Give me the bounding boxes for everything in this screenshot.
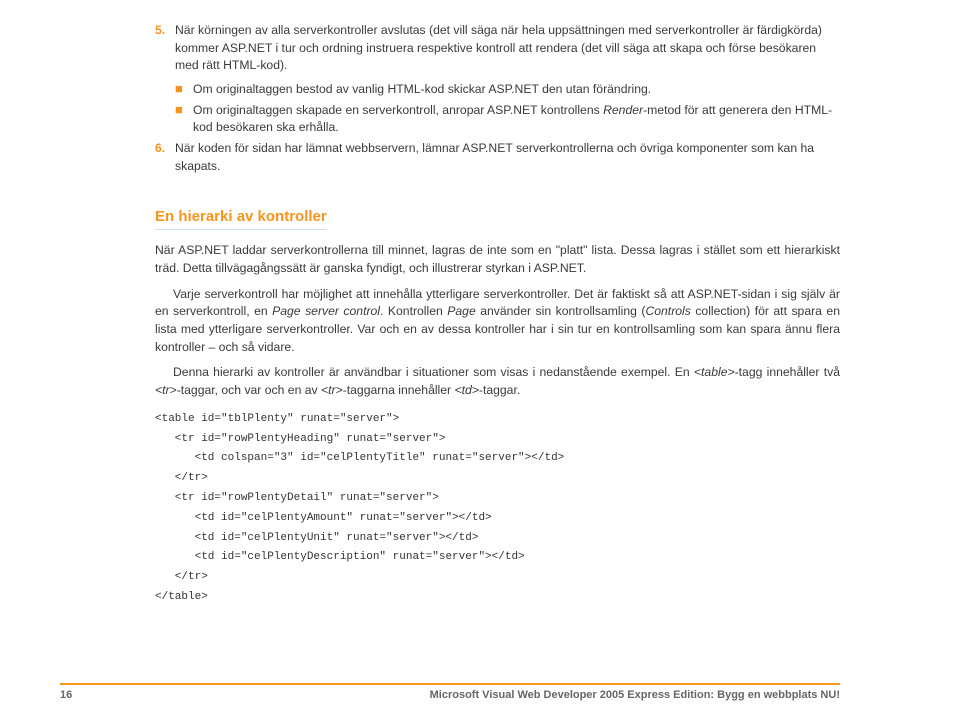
text-run: -taggar. [479, 383, 520, 397]
ordered-text: När körningen av alla serverkontroller a… [175, 22, 840, 75]
paragraph-1: När ASP.NET laddar serverkontrollerna ti… [155, 242, 840, 277]
section-heading: En hierarki av kontroller [155, 206, 327, 231]
paragraph-2: Varje serverkontroll har möjlighet att i… [155, 286, 840, 357]
square-bullet-icon: ■ [175, 81, 193, 99]
text-run: -taggarna innehåller [343, 383, 455, 397]
square-bullet-icon: ■ [175, 102, 193, 137]
ordered-text: När koden för sidan har lämnat webbserve… [175, 140, 840, 175]
bullet-item-1: ■ Om originaltaggen bestod av vanlig HTM… [175, 81, 840, 99]
bullet-item-2: ■ Om originaltaggen skapade en serverkon… [175, 102, 840, 137]
text-run: . Kontrollen [380, 304, 447, 318]
code-block: <table id="tblPlenty" runat="server"> <t… [155, 410, 840, 608]
italic-text: Render [603, 103, 643, 117]
footer-rule [60, 683, 840, 685]
text-run: Denna hierarki av kontroller är användba… [173, 365, 694, 379]
paragraph-3: Denna hierarki av kontroller är användba… [155, 364, 840, 399]
ordered-item-5: 5. När körningen av alla serverkontrolle… [155, 22, 840, 75]
italic-text: <tr> [155, 383, 177, 397]
text-run: -taggar, och var och en av [177, 383, 321, 397]
ordered-item-6: 6. När koden för sidan har lämnat webbse… [155, 140, 840, 175]
footer-row: 16 Microsoft Visual Web Developer 2005 E… [60, 688, 840, 704]
text-run: använder sin kontrollsamling ( [476, 304, 646, 318]
bullet-text: Om originaltaggen skapade en serverkontr… [193, 102, 840, 137]
page-number: 16 [60, 688, 72, 704]
italic-text: <td> [454, 383, 478, 397]
ordered-number: 5. [155, 22, 175, 75]
text-run: -tagg innehåller två [735, 365, 840, 379]
italic-text: <table> [694, 365, 735, 379]
text-run: Om originaltaggen skapade en serverkontr… [193, 103, 603, 117]
page-footer: 16 Microsoft Visual Web Developer 2005 E… [0, 683, 960, 704]
italic-text: Page [447, 304, 475, 318]
bullet-text: Om originaltaggen bestod av vanlig HTML-… [193, 81, 840, 99]
italic-text: Page server control [272, 304, 380, 318]
footer-title: Microsoft Visual Web Developer 2005 Expr… [430, 688, 840, 704]
italic-text: Controls [645, 304, 690, 318]
ordered-number: 6. [155, 140, 175, 175]
document-page: 5. När körningen av alla serverkontrolle… [0, 0, 960, 720]
italic-text: <tr> [321, 383, 343, 397]
